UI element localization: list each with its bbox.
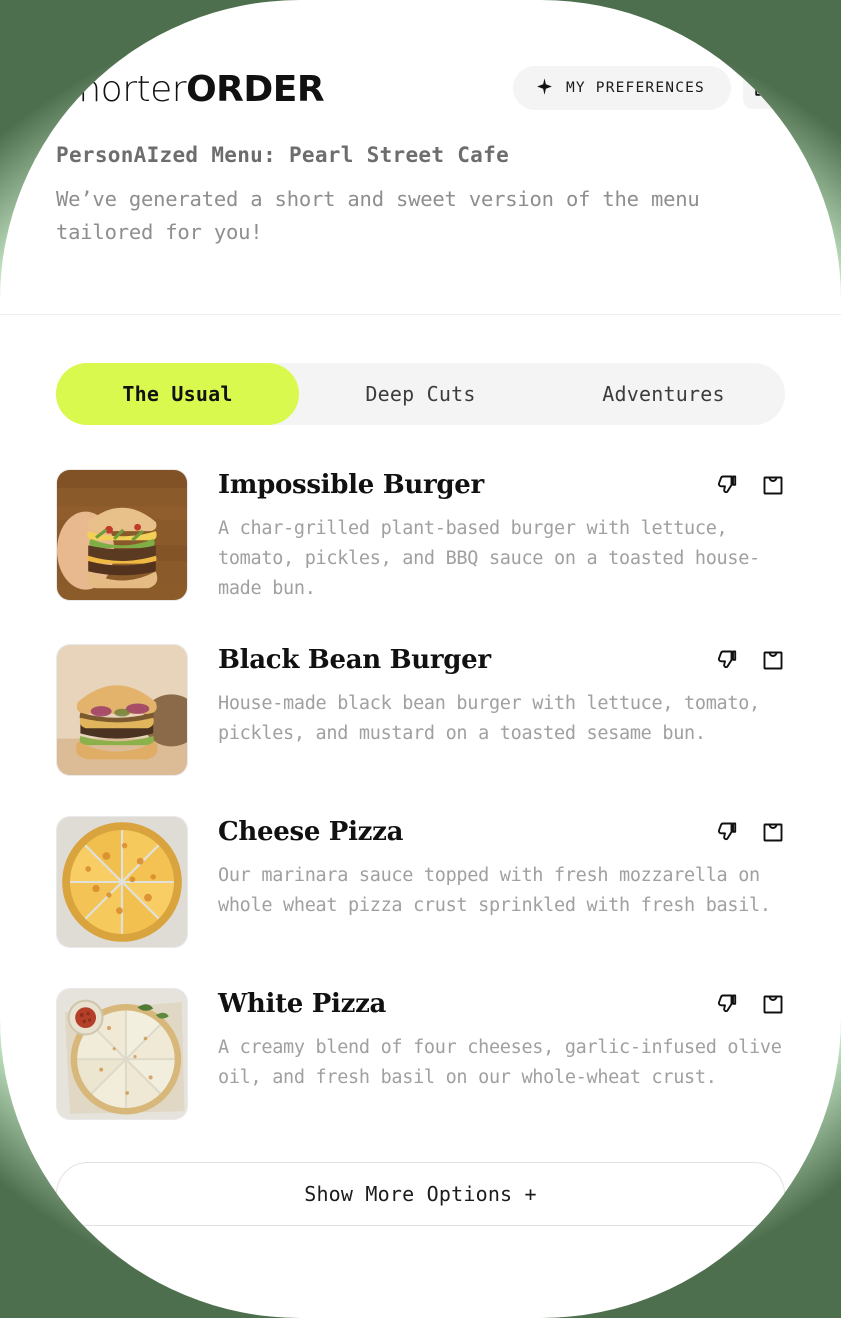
item-actions [715,990,785,1016]
my-preferences-label: MY PREFERENCES [565,80,705,96]
add-to-bag-icon[interactable] [761,648,785,672]
header-divider [0,314,841,316]
add-to-bag-icon[interactable] [761,820,785,844]
header-actions: MY PREFERENCES [512,62,785,110]
item-title: White Pizza [218,989,387,1020]
thumbs-down-icon[interactable] [715,992,739,1016]
app-header: ShorterORDER MY PREFERENCES [0,0,841,110]
item-thumbnail-white-pizza[interactable] [56,988,188,1121]
thumbs-down-icon[interactable] [715,473,739,497]
item-header: Cheese Pizza [218,818,785,847]
add-to-bag-icon[interactable] [761,992,785,1016]
page-subtitle: We’ve generated a short and sweet versio… [56,187,700,244]
item-body: White Pizza A creamy blend of four chees… [218,988,785,1093]
item-description: A char-grilled plant-based burger with l… [218,517,760,599]
item-title: Cheese Pizza [218,817,404,848]
item-description: House-made black bean burger with lettuc… [218,692,760,744]
item-thumbnail-cheese-pizza[interactable] [56,816,188,949]
item-thumbnail-impossible-burger[interactable] [56,469,188,602]
menu-item: Impossible Burger A char-grilled plant-b… [56,449,785,624]
brand-logo[interactable]: ShorterORDER [56,62,325,110]
cart-bag-button[interactable] [743,67,785,109]
menu-item: White Pizza A creamy blend of four chees… [56,968,785,1140]
item-header: Impossible Burger [218,471,785,500]
thumbs-down-icon[interactable] [715,820,739,844]
item-actions [715,471,785,497]
brand-logo-bold: ORDER [186,69,325,110]
item-header: Black Bean Burger [218,646,785,675]
item-body: Cheese Pizza Our marinara sauce topped w… [218,816,785,921]
tab-adventures[interactable]: Adventures [542,363,785,425]
sparkle-icon [535,77,554,100]
item-header: White Pizza [218,990,785,1019]
item-description: Our marinara sauce topped with fresh moz… [218,864,771,916]
thumbs-down-icon[interactable] [715,648,739,672]
show-more-options-button[interactable]: Show More Options + [56,1162,785,1227]
menu-tabs: The Usual Deep Cuts Adventures [56,363,785,426]
intro-section: PersonAIzed Menu: Pearl Street Cafe We’v… [0,110,841,248]
menu-item: Black Bean Burger House-made black bean … [56,624,785,796]
show-more-section: Show More Options + [0,1140,841,1227]
item-body: Black Bean Burger House-made black bean … [218,644,785,749]
shopping-bag-icon [753,76,775,101]
menu-item: Cheese Pizza Our marinara sauce topped w… [56,796,785,968]
tab-deep-cuts[interactable]: Deep Cuts [299,363,542,425]
item-description: A creamy blend of four cheeses, garlic-i… [218,1036,782,1088]
item-title: Black Bean Burger [218,645,491,676]
my-preferences-button[interactable]: MY PREFERENCES [512,66,731,110]
item-body: Impossible Burger A char-grilled plant-b… [218,469,785,604]
item-actions [715,818,785,844]
menu-list: Impossible Burger A char-grilled plant-b… [0,449,841,1140]
tab-the-usual[interactable]: The Usual [56,363,299,426]
item-title: Impossible Burger [218,470,484,501]
item-thumbnail-black-bean-burger[interactable] [56,644,188,777]
item-actions [715,646,785,672]
brand-logo-light: Shorter [56,69,187,110]
add-to-bag-icon[interactable] [761,473,785,497]
app-card: ShorterORDER MY PREFERENCES PersonAIzed … [0,0,841,1318]
page-title: PersonAIzed Menu: Pearl Street Cafe [56,143,510,167]
